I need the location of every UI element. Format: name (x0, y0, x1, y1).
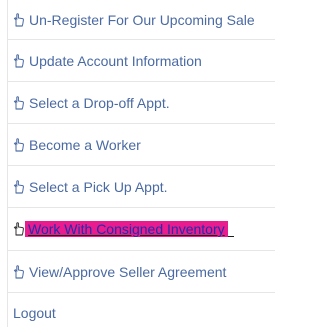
menu-item-pickup-appt[interactable]: Select a Pick Up Appt. (8, 166, 275, 208)
hand-pointer-icon (13, 222, 25, 236)
menu-item-unregister-sale[interactable]: Un-Register For Our Upcoming Sale (8, 0, 275, 40)
menu-item-label: View/Approve Seller Agreement (29, 263, 227, 280)
menu-item-update-account[interactable]: Update Account Information (8, 40, 275, 82)
hand-pointer-icon (13, 12, 25, 27)
menu-item-consigned-inventory[interactable]: Work With Consigned Inventory (8, 208, 275, 251)
menu-item-label: Logout (13, 305, 56, 321)
hand-pointer-icon (13, 264, 25, 279)
menu-item-label: Work With Consigned Inventory (25, 221, 228, 237)
hand-pointer-icon (13, 95, 25, 110)
menu-item-dropoff-appt[interactable]: Select a Drop-off Appt. (8, 82, 275, 124)
menu-item-label: Un-Register For Our Upcoming Sale (29, 11, 255, 28)
menu-item-label: Select a Pick Up Appt. (29, 178, 168, 195)
hand-pointer-icon (13, 137, 25, 152)
menu-item-become-worker[interactable]: Become a Worker (8, 124, 275, 166)
hand-pointer-icon (13, 179, 25, 194)
menu-item-seller-agreement[interactable]: View/Approve Seller Agreement (8, 251, 275, 293)
menu-item-label: Become a Worker (29, 136, 141, 153)
hover-underline (227, 222, 234, 237)
account-menu: Un-Register For Our Upcoming Sale Update… (7, 0, 275, 327)
menu-item-label: Update Account Information (29, 52, 202, 69)
menu-item-logout[interactable]: Logout (8, 293, 275, 333)
menu-item-label: Select a Drop-off Appt. (29, 94, 170, 111)
hand-pointer-icon (13, 53, 25, 68)
